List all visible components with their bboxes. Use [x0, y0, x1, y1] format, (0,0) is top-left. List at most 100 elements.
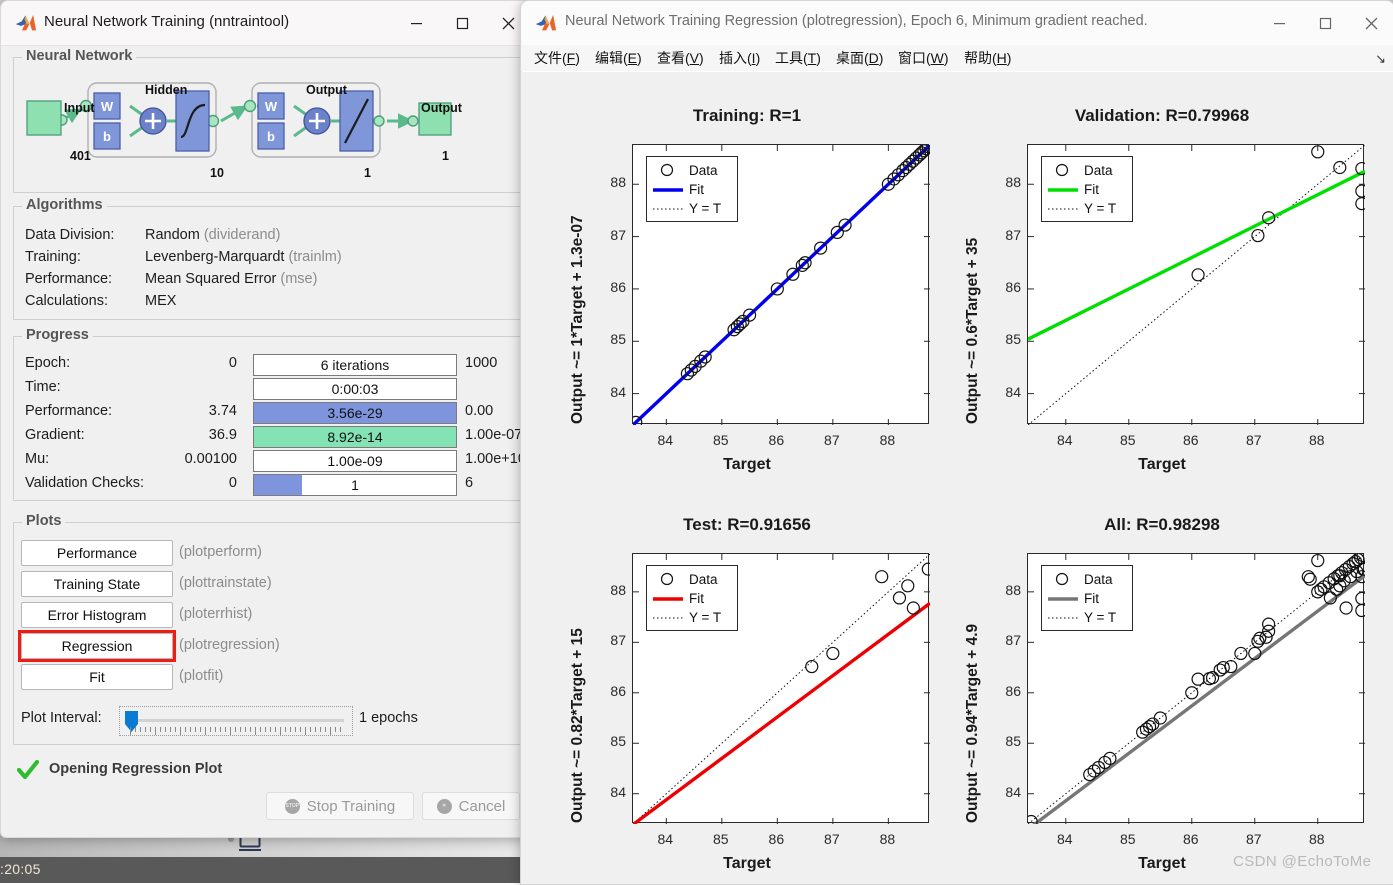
progress-row: Mu: 0.00100 1.00e-09 1.00e+10 [25, 450, 526, 472]
minimize-button[interactable] [1256, 1, 1302, 45]
plot-button-training-state[interactable]: Training State [21, 571, 173, 597]
plot-legend[interactable]: Data Fit Y = T [1041, 156, 1133, 222]
nntraintool-titlebar[interactable]: Neural Network Training (nntraintool) [1, 1, 531, 46]
algorithm-function: (trainlm) [284, 249, 342, 265]
algorithm-label: Training: [25, 249, 81, 265]
plot-legend[interactable]: Data Fit Y = T [646, 565, 738, 631]
legend-entry: Data [1084, 572, 1113, 587]
minimize-button[interactable] [393, 1, 439, 45]
overflow-arrow-icon[interactable]: ↘ [1375, 51, 1386, 67]
algorithm-value: Levenberg-Marquardt (trainlm) [145, 249, 342, 265]
plot-button-fit[interactable]: Fit [21, 664, 173, 690]
y-axis-label: Output ~= 0.6*Target + 35 [964, 237, 981, 424]
progress-start-value: 0 [228, 355, 237, 371]
plot-button-label: Fit [89, 669, 105, 685]
progress-row: Validation Checks: 0 1 6 [25, 474, 505, 496]
plots-group-title: Plots [22, 513, 66, 529]
legend-entry: Y = T [689, 201, 722, 216]
nn-input-label: Input [64, 101, 95, 115]
nn-output-layer-count: 1 [364, 166, 371, 180]
y-tick-label: 87 [610, 632, 626, 649]
algorithm-value-text: MEX [145, 293, 177, 309]
progress-limit-value: 1000 [465, 355, 498, 371]
algorithm-value: MEX [145, 293, 176, 309]
x-axis-label: Target [723, 855, 771, 872]
plot-button-performance[interactable]: Performance [21, 540, 173, 566]
progress-bar-text: 0:00:03 [331, 381, 379, 397]
status-text: Opening Regression Plot [49, 761, 223, 777]
training-regression-plot[interactable]: Training: R=1 84 85 86 87 88 84 85 86 87 88 Target O… [547, 106, 947, 496]
nntraintool-title: Neural Network Training (nntraintool) [44, 13, 290, 30]
algorithm-label: Calculations: [25, 293, 109, 309]
menu-item-w[interactable]: 窗口(W) [898, 48, 949, 68]
y-tick-label: 84 [610, 783, 626, 800]
menu-item-e[interactable]: 编辑(E) [595, 48, 642, 68]
menu-item-v[interactable]: 查看(V) [657, 48, 704, 68]
regression-button-highlight [18, 630, 176, 662]
nn-output-layer-label: Output [306, 83, 347, 97]
x-tick-label: 85 [1119, 432, 1136, 448]
plot-button-error-histogram[interactable]: Error Histogram [21, 602, 173, 628]
algorithm-label: Performance: [25, 271, 113, 287]
x-tick-label: 86 [768, 831, 785, 847]
nntraintool-window[interactable]: Neural Network Training (nntraintool) Ne… [0, 0, 532, 838]
neural-network-diagram: W b W b [26, 82, 452, 158]
progress-bar: 1 [253, 474, 457, 496]
legend-entry: Data [689, 572, 718, 587]
close-icon [1365, 17, 1377, 29]
progress-label: Time: [25, 379, 61, 395]
plot-legend[interactable]: Data Fit Y = T [1041, 565, 1133, 631]
y-tick-label: 87 [610, 226, 626, 243]
plot-function-name: (plotperform) [179, 544, 262, 560]
legend-entry: Fit [689, 182, 704, 197]
legend-entry: Y = T [689, 610, 722, 625]
validation-regression-plot[interactable]: Validation: R=0.79968 84 85 86 87 88 84 85 86 87 8… [942, 106, 1382, 496]
maximize-button[interactable] [439, 1, 485, 45]
progress-bar: 6 iterations [253, 354, 457, 376]
plot-legend[interactable]: Data Fit Y = T [646, 156, 738, 222]
nn-output-label: Output [421, 101, 462, 115]
progress-group-title: Progress [22, 327, 93, 343]
y-tick-label: 87 [1005, 226, 1021, 243]
menu-item-i[interactable]: 插入(I) [719, 48, 760, 68]
progress-bar-text: 1 [351, 477, 359, 493]
y-tick-label: 88 [1005, 174, 1021, 191]
legend-entry: Fit [689, 591, 704, 606]
x-tick-label: 88 [879, 831, 896, 847]
x-tick-label: 84 [657, 831, 674, 847]
x-tick-label: 87 [824, 432, 840, 448]
y-tick-label: 85 [1005, 733, 1021, 750]
progress-start-value: 36.9 [208, 427, 237, 443]
algorithm-value-text: Random [145, 227, 200, 243]
x-tick-label: 87 [824, 831, 840, 847]
menu-item-t[interactable]: 工具(T) [775, 48, 821, 68]
cancel-button[interactable]: ✕ Cancel [422, 792, 520, 820]
algorithm-function: (mse) [276, 271, 318, 287]
menu-item-d[interactable]: 桌面(D) [836, 48, 883, 68]
plotregression-titlebar[interactable]: Neural Network Training Regression (plot… [521, 1, 1393, 46]
stop-training-button[interactable]: STOP Stop Training [266, 792, 414, 820]
progress-row: Time: 0:00:03 [25, 378, 505, 400]
maximize-button[interactable] [1302, 1, 1348, 45]
menu-item-f[interactable]: 文件(F) [534, 48, 580, 68]
y-tick-label: 88 [1005, 581, 1021, 598]
all-regression-plot[interactable]: All: R=0.98298 84 85 86 87 88 84 85 86 87 88 Target… [942, 515, 1382, 884]
y-tick-label: 86 [610, 278, 626, 295]
plotregression-window[interactable]: Neural Network Training Regression (plot… [520, 0, 1393, 885]
plot-function-name: (plotfit) [179, 668, 224, 684]
y-tick-label: 85 [1005, 331, 1021, 348]
plot-interval-slider[interactable] [119, 706, 353, 736]
slider-track-line [130, 719, 344, 722]
x-axis-label: Target [723, 456, 771, 473]
x-tick-label: 86 [1182, 432, 1199, 448]
progress-bar-text: 6 iterations [320, 357, 390, 373]
menubar[interactable]: 文件(F) 编辑(E) 查看(V) 插入(I) 工具(T) 桌面(D) 窗口(W) 帮助(H)… [521, 45, 1393, 72]
progress-row: Performance: 3.74 3.56e-29 0.00 [25, 402, 505, 424]
matlab-logo-icon [535, 14, 557, 31]
plot-button-label: Training State [53, 576, 141, 592]
menu-item-h[interactable]: 帮助(H) [964, 48, 1011, 68]
x-tick-label: 87 [1245, 831, 1262, 847]
close-button[interactable] [1348, 1, 1393, 45]
test-regression-plot[interactable]: Test: R=0.91656 84 85 86 87 88 84 85 86 87 88 Targe… [547, 515, 947, 884]
x-tick-label: 86 [1182, 831, 1199, 847]
